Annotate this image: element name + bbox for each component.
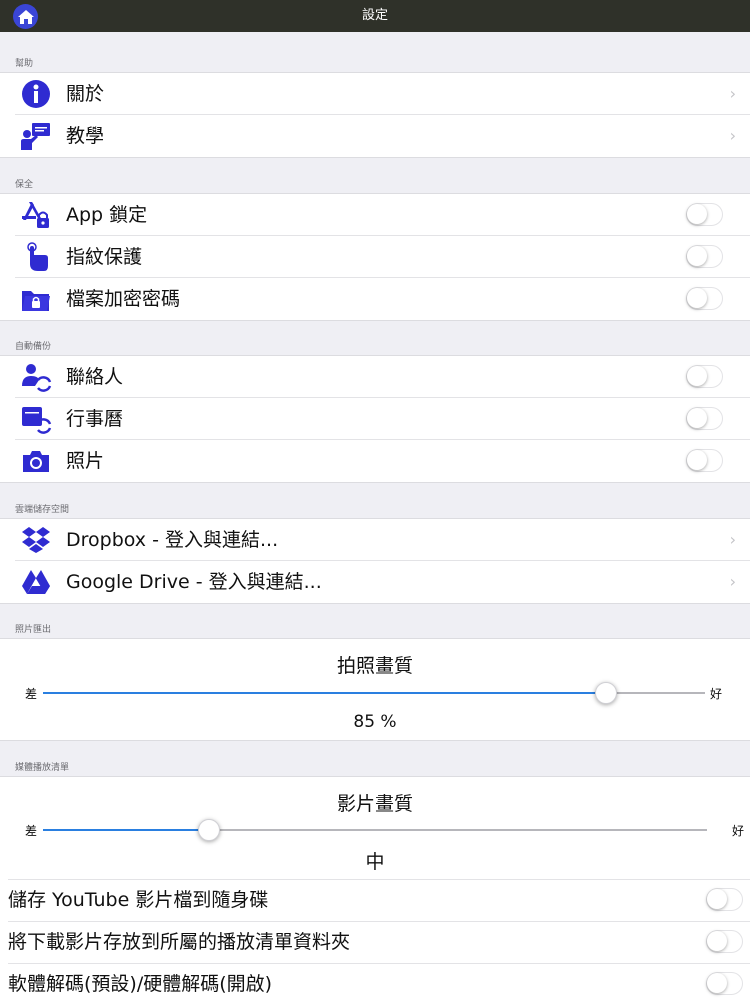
toggle-knob [687,204,707,224]
settings-row-calendar: 行事曆 [0,398,750,440]
fingerprint-toggle[interactable] [686,245,723,268]
help-group: 關於 › 教學 › [0,72,750,158]
settings-row-photos: 照片 [0,440,750,482]
toggle-knob [707,931,727,951]
settings-row-save-youtube: 儲存 YouTube 影片檔到隨身碟 [0,879,750,921]
slider-fill [43,829,209,831]
toggle-knob [687,366,707,386]
video-quality-value: 中 [365,851,385,873]
chevron-right-icon: › [729,530,736,549]
row-label: 檔案加密密碼 [66,288,181,310]
toggle-knob [707,973,727,993]
row-label: 聯絡人 [66,366,124,388]
row-label: 照片 [66,450,105,472]
section-header-photo-export: 照片匯出 [15,625,52,635]
page-title: 設定 [361,8,388,23]
folder-lock-icon [22,291,50,311]
row-label: 儲存 YouTube 影片檔到隨身碟 [8,889,269,911]
toggle-knob [687,408,707,428]
row-label: 關於 [66,83,105,105]
dropbox-icon [22,527,50,553]
tutorial-icon [21,123,50,150]
section-header-media-playlist: 媒體播放清單 [15,763,70,773]
toggle-knob [707,889,727,909]
file-encryption-toggle[interactable] [686,287,723,310]
settings-row-app-lock: App 鎖定 [0,194,750,236]
media-playlist-group: 影片畫質 差 好 中 儲存 YouTube 影片檔到隨身碟 將下載影片存放到所屬… [0,776,750,1000]
playlist-folder-toggle[interactable] [706,930,743,953]
slider-min-label: 差 [25,687,38,701]
photo-quality-title: 拍照畫質 [336,655,413,677]
contacts-sync-icon [22,364,52,392]
settings-row-hardware-decode: 軟體解碼(預設)/硬體解碼(開啟) [0,963,750,1000]
photos-backup-toggle[interactable] [686,449,723,472]
settings-row-file-encryption: 檔案加密密碼 [0,278,750,320]
slider-max-label: 好 [710,687,723,701]
cloud-group: Dropbox - 登入與連結... › Google Drive - 登入與連… [0,518,750,604]
section-header-cloud: 雲端儲存空間 [15,505,70,515]
row-label: Google Drive - 登入與連結... [66,571,322,593]
toggle-knob [687,288,707,308]
section-header-auto-backup: 自動備份 [15,342,52,352]
row-label: App 鎖定 [66,204,148,226]
contacts-backup-toggle[interactable] [686,365,723,388]
fingerprint-touch-icon [27,242,48,271]
google-drive-icon [22,570,50,594]
calendar-sync-icon [22,407,52,434]
section-header-security: 保全 [15,180,34,190]
app-lock-icon [22,202,49,228]
hardware-decode-toggle[interactable] [706,972,743,995]
info-icon [22,80,50,108]
settings-row-contacts: 聯絡人 [0,356,750,398]
settings-row-about[interactable]: 關於 › [0,73,750,115]
calendar-backup-toggle[interactable] [686,407,723,430]
camera-icon [23,451,49,472]
app-lock-toggle[interactable] [686,203,723,226]
slider-min-label: 差 [25,824,38,838]
chevron-right-icon: › [729,84,736,103]
save-youtube-toggle[interactable] [706,888,743,911]
toggle-knob [687,246,707,266]
security-group: App 鎖定 指紋保護 檔案加密密碼 [0,193,750,321]
video-quality-title: 影片畫質 [336,793,413,815]
toggle-knob [687,450,707,470]
video-quality-slider[interactable] [43,829,707,831]
row-label: Dropbox - 登入與連結... [66,529,279,551]
row-label: 指紋保護 [66,246,143,268]
slider-max-label: 好 [732,824,745,838]
settings-row-fingerprint: 指紋保護 [0,236,750,278]
slider-fill [43,692,606,694]
photo-quality-group: 拍照畫質 差 好 85 % [0,638,750,741]
settings-row-dropbox[interactable]: Dropbox - 登入與連結... › [0,519,750,561]
settings-row-tutorial[interactable]: 教學 › [0,115,750,157]
row-label: 教學 [66,125,105,147]
section-header-help: 幫助 [15,59,34,69]
settings-row-google-drive[interactable]: Google Drive - 登入與連結... › [0,561,750,603]
auto-backup-group: 聯絡人 行事曆 照片 [0,355,750,483]
chevron-right-icon: › [729,126,736,145]
nav-bar: 設定 [0,0,750,32]
slider-thumb[interactable] [594,682,617,704]
slider-thumb[interactable] [198,819,220,841]
row-label: 軟體解碼(預設)/硬體解碼(開啟) [8,973,273,995]
row-label: 將下載影片存放到所屬的播放清單資料夾 [8,931,351,953]
photo-quality-value: 85 % [353,712,397,732]
row-label: 行事曆 [66,408,124,430]
settings-row-playlist-folder: 將下載影片存放到所屬的播放清單資料夾 [0,921,750,963]
chevron-right-icon: › [729,572,736,591]
